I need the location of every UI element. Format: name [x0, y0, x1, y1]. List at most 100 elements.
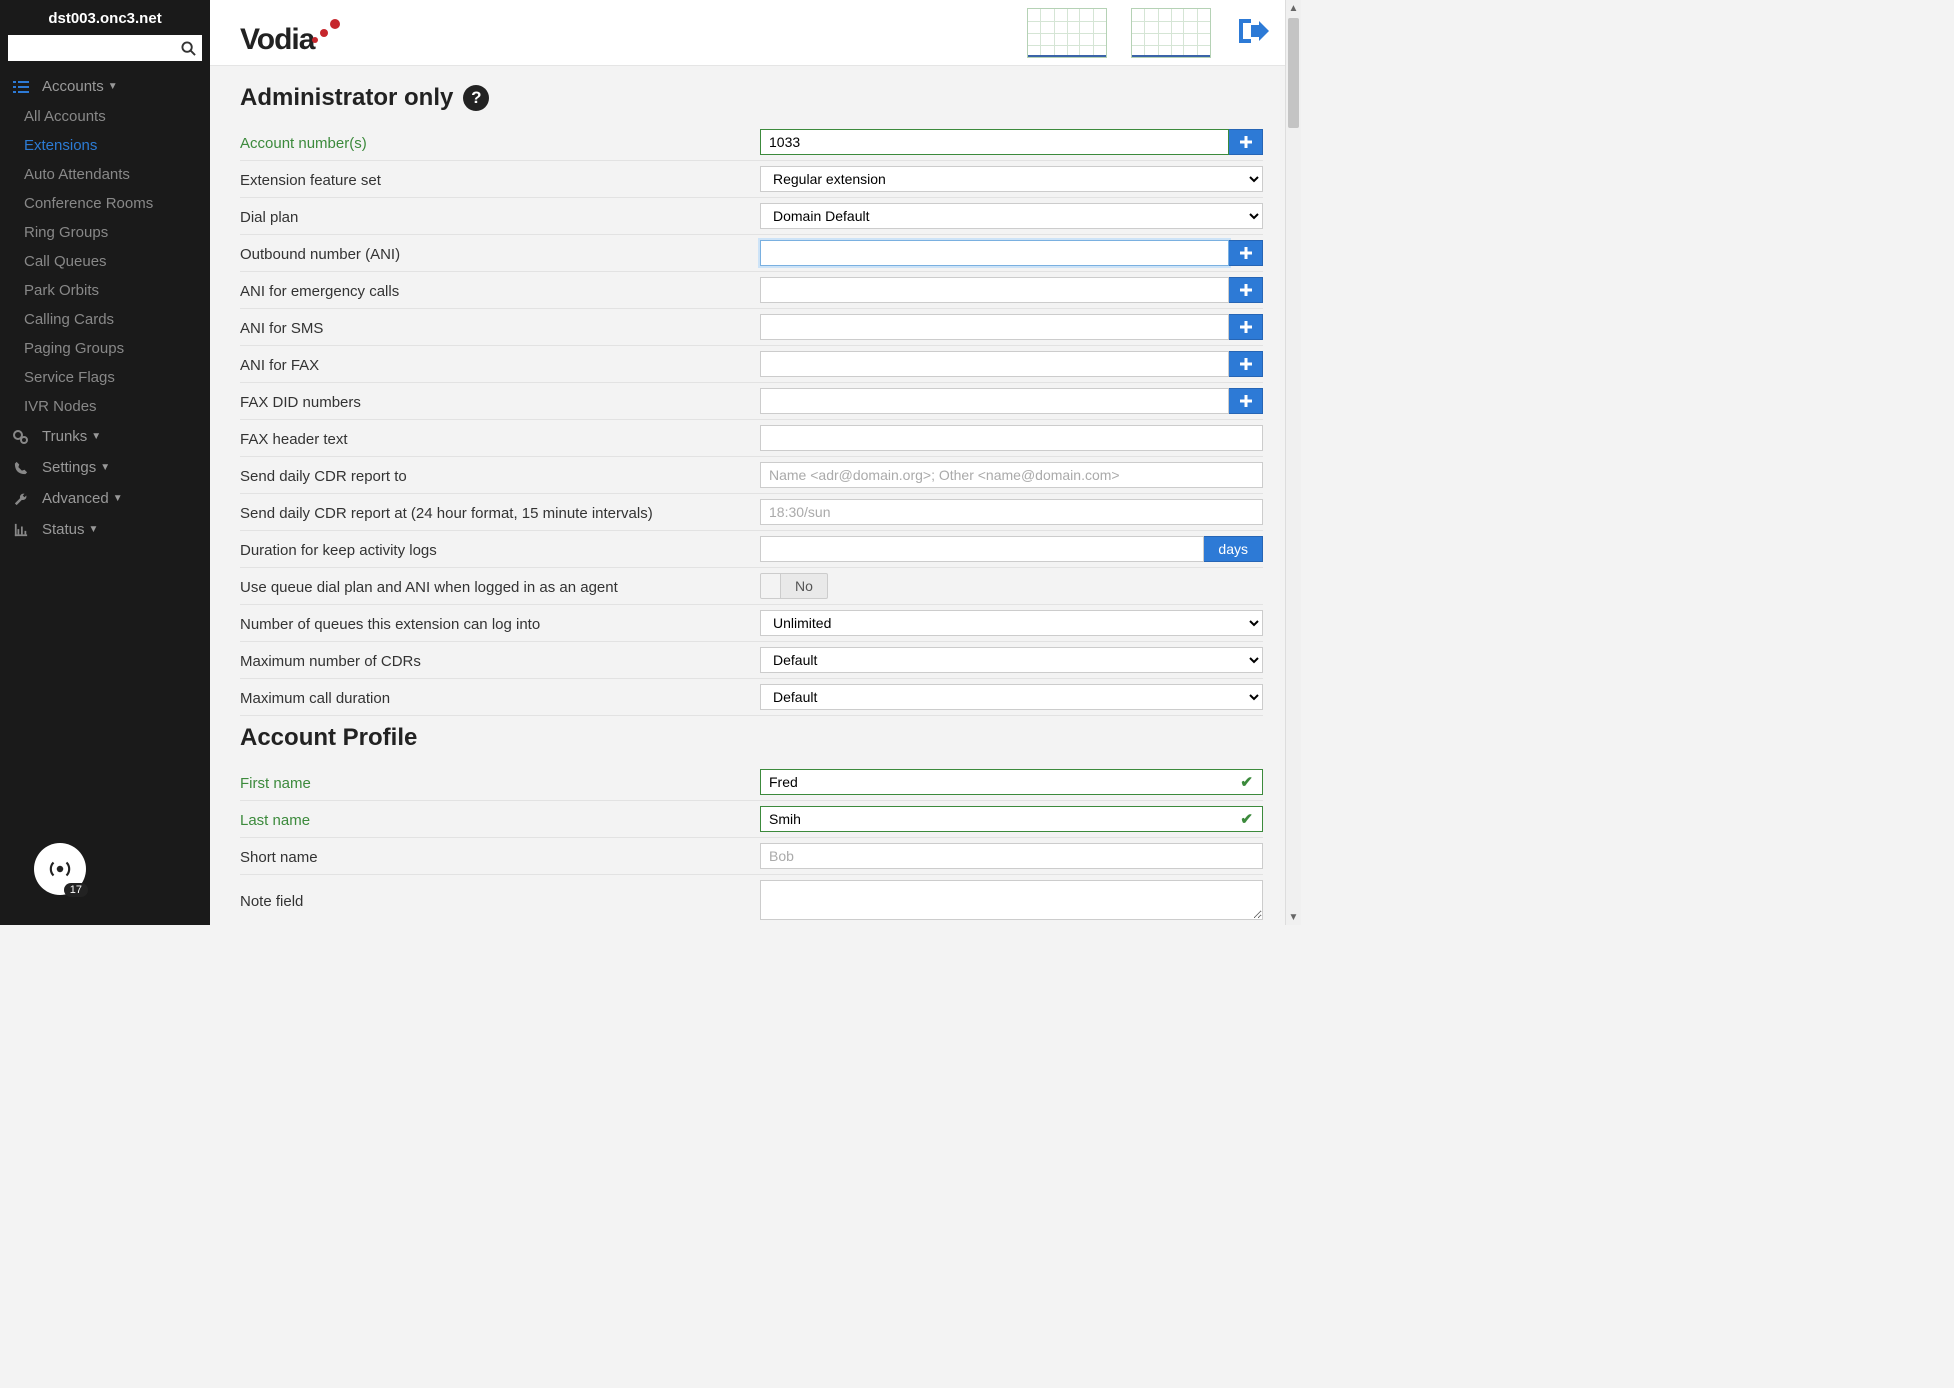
nav-advanced[interactable]: Advanced ▼ [0, 483, 210, 514]
add-outbound-ani-button[interactable] [1229, 240, 1263, 266]
scroll-thumb[interactable] [1288, 18, 1299, 128]
main-area: Vodia [210, 0, 1301, 925]
calendar-widget-2[interactable] [1131, 8, 1211, 58]
connectivity-count: 17 [64, 883, 88, 897]
caret-down-icon: ▼ [108, 81, 118, 92]
sidebar-item-extensions[interactable]: Extensions [24, 131, 210, 160]
nav-trunks[interactable]: Trunks ▼ [0, 421, 210, 452]
first-name-input[interactable] [760, 769, 1263, 795]
add-fax-did-button[interactable] [1229, 388, 1263, 414]
ani-sms-input[interactable] [760, 314, 1229, 340]
label-fax-did: FAX DID numbers [240, 392, 760, 411]
queue-dial-plan-toggle[interactable]: No [760, 573, 828, 599]
label-dial-plan: Dial plan [240, 207, 760, 226]
phone-icon [10, 461, 32, 475]
gears-icon [10, 429, 32, 445]
label-feature-set: Extension feature set [240, 170, 760, 189]
note-field-textarea[interactable] [760, 880, 1263, 920]
scroll-down-icon[interactable]: ▼ [1286, 909, 1301, 925]
days-unit: days [1204, 536, 1263, 562]
sidebar-item-all-accounts[interactable]: All Accounts [24, 102, 210, 131]
max-call-dur-select[interactable]: Default [760, 684, 1263, 710]
nav-trunks-label: Trunks [42, 428, 87, 445]
nav-accounts[interactable]: Accounts ▼ [0, 71, 210, 102]
topbar: Vodia [210, 0, 1301, 66]
logo-text: Vodia [240, 23, 314, 57]
plus-icon [1239, 283, 1253, 297]
search-icon[interactable] [178, 38, 198, 58]
nav-status[interactable]: Status ▼ [0, 514, 210, 545]
sidebar-item-calling-cards[interactable]: Calling Cards [24, 305, 210, 334]
domain-title: dst003.onc3.net [0, 0, 210, 35]
label-first-name: First name [240, 773, 760, 792]
plus-icon [1239, 135, 1253, 149]
cdr-to-input[interactable] [760, 462, 1263, 488]
logout-button[interactable] [1235, 15, 1271, 50]
help-icon[interactable]: ? [463, 85, 489, 111]
chart-icon [10, 523, 32, 537]
scroll-up-icon[interactable]: ▲ [1286, 0, 1301, 16]
short-name-input[interactable] [760, 843, 1263, 869]
logo-dots-icon [312, 9, 342, 43]
scrollbar[interactable]: ▲ ▼ [1285, 0, 1301, 925]
sidebar-search-input[interactable] [8, 35, 202, 61]
label-ani-emergency: ANI for emergency calls [240, 281, 760, 300]
plus-icon [1239, 320, 1253, 334]
ani-emergency-input[interactable] [760, 277, 1229, 303]
sidebar-item-ivr-nodes[interactable]: IVR Nodes [24, 392, 210, 421]
outbound-ani-input[interactable] [760, 240, 1229, 266]
max-cdrs-select[interactable]: Default [760, 647, 1263, 673]
label-num-queues: Number of queues this extension can log … [240, 614, 760, 633]
fax-did-input[interactable] [760, 388, 1229, 414]
label-cdr-to: Send daily CDR report to [240, 466, 760, 485]
connectivity-indicator[interactable]: 17 [34, 843, 86, 895]
label-last-name: Last name [240, 810, 760, 829]
plus-icon [1239, 246, 1253, 260]
wrench-icon [10, 492, 32, 506]
check-icon: ✔ [1240, 810, 1253, 828]
caret-down-icon: ▼ [100, 462, 110, 473]
broadcast-icon [47, 856, 73, 882]
nav-advanced-label: Advanced [42, 490, 109, 507]
toggle-no-segment[interactable]: No [781, 574, 827, 598]
scroll-area[interactable]: Administrator only ? Account number(s) E… [210, 66, 1301, 925]
add-ani-emergency-button[interactable] [1229, 277, 1263, 303]
caret-down-icon: ▼ [89, 524, 99, 535]
account-numbers-input[interactable] [760, 129, 1229, 155]
sidebar-item-auto-attendants[interactable]: Auto Attendants [24, 160, 210, 189]
label-note-field: Note field [240, 891, 760, 910]
list-icon [10, 80, 32, 94]
sidebar-item-service-flags[interactable]: Service Flags [24, 363, 210, 392]
cdr-at-input[interactable] [760, 499, 1263, 525]
nav-settings[interactable]: Settings ▼ [0, 452, 210, 483]
add-ani-fax-button[interactable] [1229, 351, 1263, 377]
dial-plan-select[interactable]: Domain Default [760, 203, 1263, 229]
nav-accounts-label: Accounts [42, 78, 104, 95]
nav-status-label: Status [42, 521, 85, 538]
toggle-empty-segment[interactable] [761, 574, 781, 598]
section-heading-profile: Account Profile [240, 724, 1263, 752]
label-max-call-dur: Maximum call duration [240, 688, 760, 707]
sidebar-item-conference-rooms[interactable]: Conference Rooms [24, 189, 210, 218]
fax-header-input[interactable] [760, 425, 1263, 451]
add-ani-sms-button[interactable] [1229, 314, 1263, 340]
sidebar-item-paging-groups[interactable]: Paging Groups [24, 334, 210, 363]
ani-fax-input[interactable] [760, 351, 1229, 377]
plus-icon [1239, 357, 1253, 371]
feature-set-select[interactable]: Regular extension [760, 166, 1263, 192]
keep-logs-input[interactable] [760, 536, 1204, 562]
label-max-cdrs: Maximum number of CDRs [240, 651, 760, 670]
sidebar-item-park-orbits[interactable]: Park Orbits [24, 276, 210, 305]
plus-icon [1239, 394, 1253, 408]
calendar-widget-1[interactable] [1027, 8, 1107, 58]
label-keep-logs: Duration for keep activity logs [240, 540, 760, 559]
num-queues-select[interactable]: Unlimited [760, 610, 1263, 636]
check-icon: ✔ [1240, 773, 1253, 791]
logout-icon [1235, 15, 1271, 47]
last-name-input[interactable] [760, 806, 1263, 832]
sidebar-item-call-queues[interactable]: Call Queues [24, 247, 210, 276]
add-account-number-button[interactable] [1229, 129, 1263, 155]
label-account-numbers: Account number(s) [240, 133, 760, 152]
sidebar-item-ring-groups[interactable]: Ring Groups [24, 218, 210, 247]
sidebar: dst003.onc3.net Accounts ▼ All Accounts … [0, 0, 210, 925]
